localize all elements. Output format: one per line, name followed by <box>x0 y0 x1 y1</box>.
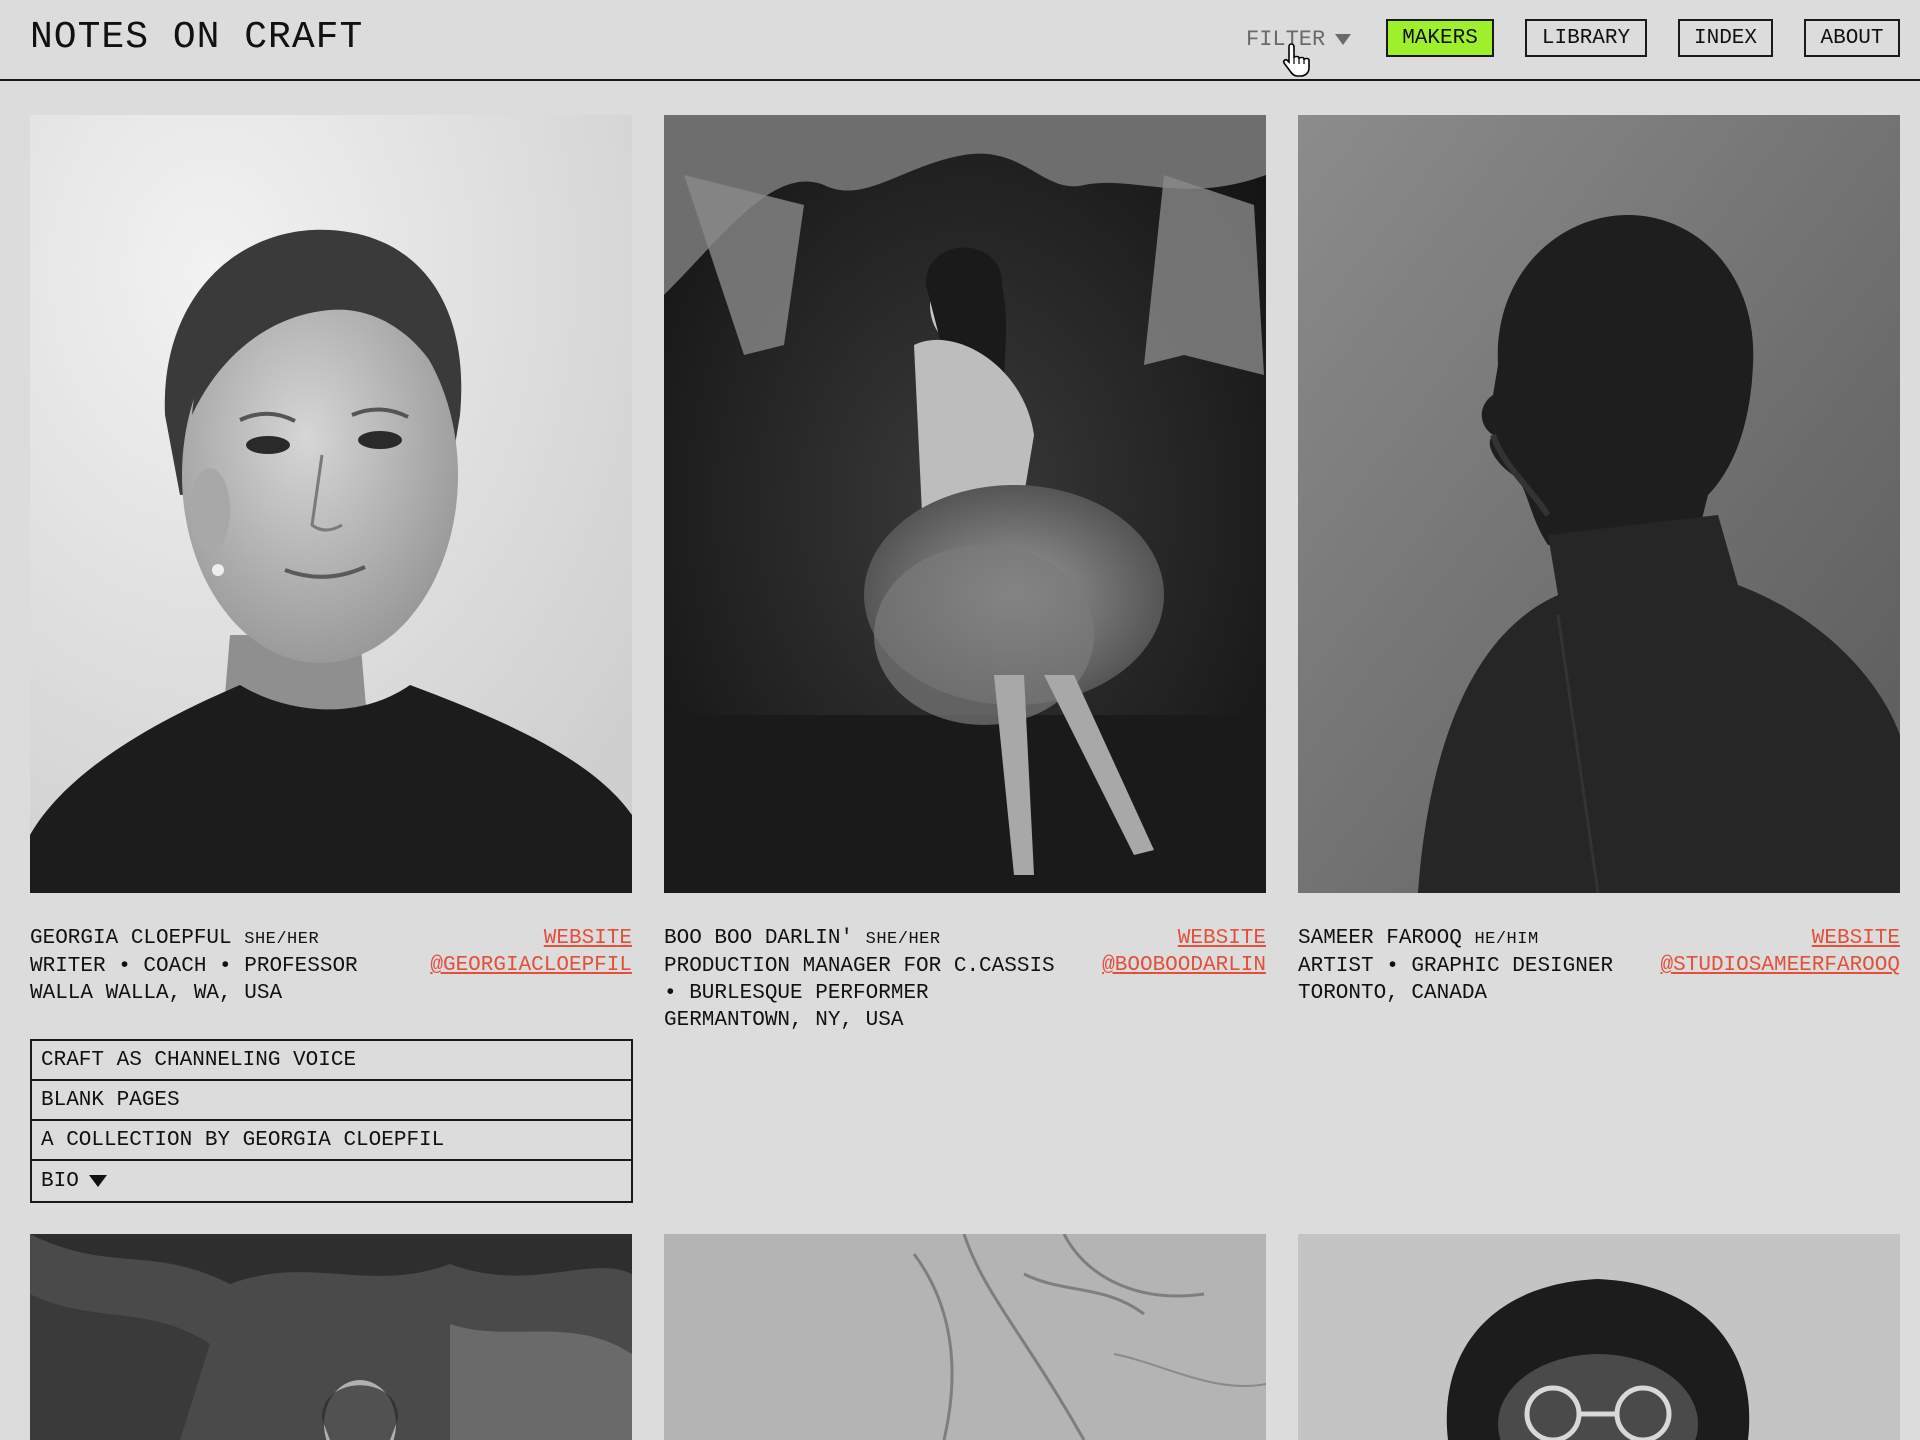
maker-info-sameer: SAMEER FAROOQ HE/HIM ARTIST • GRAPHIC DE… <box>1298 925 1900 1007</box>
collection-item[interactable]: BLANK PAGES <box>32 1081 631 1121</box>
maker-photo-row2-3[interactable] <box>1298 1234 1900 1440</box>
site-header: NOTES ON CRAFT FILTER MAKERS LIBRARY IND… <box>0 0 1920 81</box>
nav-index[interactable]: INDEX <box>1678 19 1773 57</box>
maker-location: WALLA WALLA, WA, USA <box>30 982 283 1005</box>
maker-photo-row2-1[interactable] <box>30 1234 632 1440</box>
maker-location: GERMANTOWN, NY, USA <box>664 1009 904 1032</box>
maker-name: GEORGIA CLOEPFUL <box>30 927 232 950</box>
chevron-down-icon <box>1335 33 1352 45</box>
bio-label: BIO <box>41 1169 79 1193</box>
maker-photo-boo-boo[interactable] <box>664 115 1266 893</box>
collection-item[interactable]: CRAFT AS CHANNELING VOICE <box>32 1041 631 1081</box>
maker-name: SAMEER FAROOQ <box>1298 927 1462 950</box>
maker-links: WEBSITE @BOOBOODARLIN <box>1102 925 1266 979</box>
chevron-down-icon <box>88 1175 107 1187</box>
nav-about[interactable]: ABOUT <box>1804 19 1900 57</box>
nav-library[interactable]: LIBRARY <box>1525 19 1647 57</box>
instagram-link[interactable]: @STUDIOSAMEERFAROOQ <box>1661 952 1900 979</box>
maker-photo-sameer[interactable] <box>1298 115 1900 893</box>
nav-makers[interactable]: MAKERS <box>1386 19 1494 57</box>
maker-pronouns: SHE/HER <box>244 930 320 949</box>
maker-photo-georgia[interactable] <box>30 115 632 893</box>
instagram-link[interactable]: @BOOBOODARLIN <box>1102 952 1266 979</box>
maker-location: TORONTO, CANADA <box>1298 982 1488 1005</box>
hand-cursor-icon <box>1282 43 1310 77</box>
website-link[interactable]: WEBSITE <box>1661 925 1900 952</box>
site-title[interactable]: NOTES ON CRAFT <box>30 16 363 59</box>
maker-info-georgia: GEORGIA CLOEPFUL SHE/HER WRITER • COACH … <box>30 925 632 1007</box>
maker-pronouns: SHE/HER <box>865 930 941 949</box>
maker-links: WEBSITE @GEORGIACLOEPFIL <box>430 925 632 979</box>
maker-photo-row2-2[interactable] <box>664 1234 1266 1440</box>
maker-name: BOO BOO DARLIN' <box>664 927 854 950</box>
collection-item[interactable]: A COLLECTION BY GEORGIA CLOEPFIL <box>32 1121 631 1161</box>
website-link[interactable]: WEBSITE <box>430 925 632 952</box>
instagram-link[interactable]: @GEORGIACLOEPFIL <box>430 952 632 979</box>
bio-toggle[interactable]: BIO <box>32 1161 631 1201</box>
collections-list: CRAFT AS CHANNELING VOICE BLANK PAGES A … <box>30 1039 633 1203</box>
maker-role: • BURLESQUE PERFORMER <box>664 982 929 1005</box>
maker-info-boo-boo: BOO BOO DARLIN' SHE/HER PRODUCTION MANAG… <box>664 925 1266 1034</box>
website-link[interactable]: WEBSITE <box>1102 925 1266 952</box>
maker-links: WEBSITE @STUDIOSAMEERFAROOQ <box>1661 925 1900 979</box>
maker-pronouns: HE/HIM <box>1474 930 1539 949</box>
